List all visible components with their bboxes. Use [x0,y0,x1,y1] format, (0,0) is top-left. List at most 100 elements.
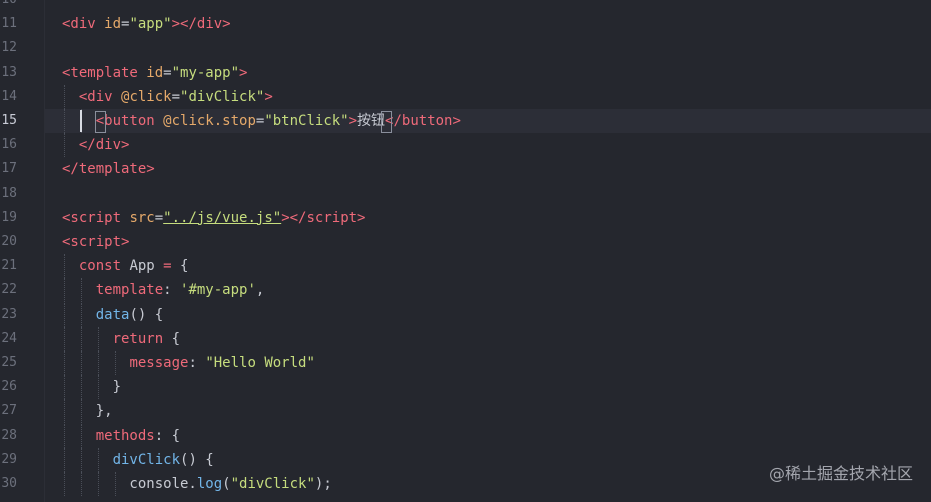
code-token: = [163,258,181,275]
code-line[interactable]: 20 <script> [0,230,931,254]
code-token: , [255,282,265,299]
code-text: </div> [62,133,130,157]
line-number: 28 [1,427,17,443]
line-number: 17 [1,161,17,177]
code-text: return { [62,327,180,351]
code-token: = [163,64,172,81]
code-token: "my-app" [171,64,240,81]
code-token: > [348,113,358,129]
code-line[interactable]: 22 template: '#my-app', [0,278,931,303]
code-token: : [188,355,206,371]
line-number: 24 [1,330,17,346]
line-number: 13 [1,64,17,80]
code-line[interactable]: 26 } [0,375,931,400]
code-text: <script src="../js/vue.js"></script> [62,206,365,230]
code-text: <script> [62,230,129,254]
line-number: 10 [0,0,17,12]
code-token: message [129,355,189,371]
code-token: methods [95,427,155,444]
code-token: <div [62,16,105,33]
watermark-text: @稀土掘金技术社区 [768,464,913,483]
code-token: { [180,258,189,275]
code-token: <script [62,209,130,226]
code-line[interactable]: 10 [0,0,931,12]
code-token: { [171,330,181,347]
code-text: message: "Hello World" [62,351,314,375]
code-line[interactable]: 11 <div id="app"></div> [0,12,931,36]
code-text: <template id="my-app"> [62,61,247,85]
bracket-match-close [381,111,393,133]
line-number: 21 [1,258,17,274]
code-token: id [104,16,122,33]
code-text: <button @click.stop="btnClick">按钮</butto… [62,109,461,133]
code-token: <button [95,113,164,129]
code-token: } [62,379,122,396]
code-token: const [78,258,130,275]
code-text: const App = { [62,254,189,278]
line-number: 20 [1,234,17,249]
code-token: ); [314,476,332,492]
code-token: template [95,282,164,299]
code-line[interactable]: 18 [0,182,931,206]
code-token: <template [62,64,147,81]
code-token: > [239,64,248,81]
code-token: () { [129,306,164,323]
code-token: ></script> [281,209,366,226]
code-token: > [264,88,273,105]
code-token: </template> [62,161,155,178]
code-text: template: '#my-app', [62,278,265,302]
code-token: "../js/vue.js" [163,209,282,226]
code-token: ></div> [171,16,231,33]
code-token: '#my-app' [180,282,256,299]
code-line[interactable]: 23 data() { [0,302,931,327]
code-token: "divClick" [180,88,265,105]
code-line[interactable]: 25 message: "Hello World" [0,351,931,375]
code-line[interactable]: 16 </div> [0,133,931,158]
line-number: 18 [1,185,17,201]
code-line[interactable]: 17 </template> [0,157,931,181]
code-token: return [112,330,172,347]
code-token: () { [180,451,214,468]
code-token: = [171,88,181,105]
code-line[interactable]: 19 <script src="../js/vue.js"></script> [0,206,931,230]
code-token: App [129,258,164,275]
code-line[interactable]: 24 return { [0,326,931,351]
code-line[interactable]: 21 const App = { [0,254,931,279]
bracket-match-open [94,111,106,133]
line-number: 26 [1,379,17,395]
code-text: } [62,375,121,399]
code-line[interactable]: 15 <button @click.stop="btnClick">按钮</bu… [0,109,931,133]
line-number: 19 [1,209,17,225]
code-editor[interactable]: 1011<div id="app"></div>12 13 <template id… [0,0,931,502]
code-line[interactable]: 12 [0,36,931,60]
code-token: @click [121,88,172,105]
code-line[interactable]: 28 methods: { [0,423,931,448]
code-token: console. [62,476,197,492]
code-line[interactable]: 27 }, [0,399,931,424]
line-number: 14 [1,88,17,104]
code-token: data [95,306,130,323]
code-token: = [154,209,164,226]
code-token: : [163,282,181,299]
code-text: console.log("divClick"); [62,472,332,496]
code-line[interactable]: 14 <div @click="divClick"> [0,84,931,109]
code-token: <script> [62,234,130,250]
code-text: methods: { [62,424,180,448]
line-number: 25 [1,355,17,370]
code-token: "divClick" [230,476,315,492]
code-token: </button> [385,113,461,129]
code-text: divClick() { [62,448,214,472]
code-text: </template> [62,157,155,181]
code-line[interactable]: 13 <template id="my-app"> [0,61,931,85]
code-token: <div [78,88,122,105]
line-number: 16 [1,137,17,153]
